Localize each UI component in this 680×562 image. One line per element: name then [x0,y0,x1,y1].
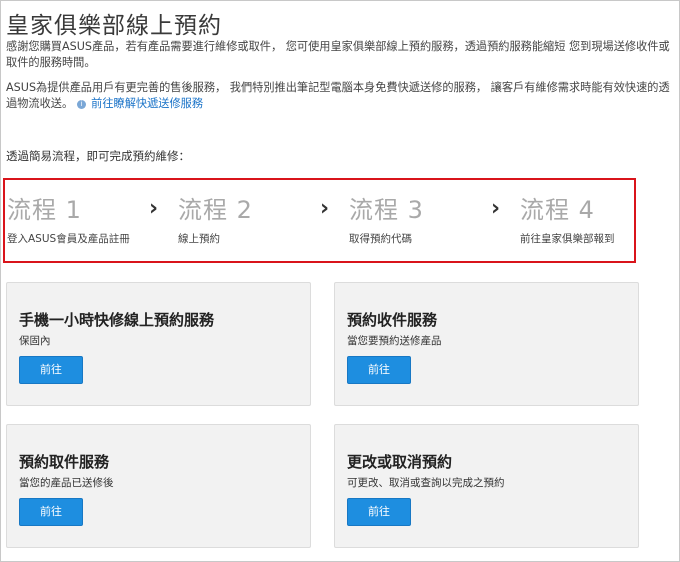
card-collection-booking: 預約取件服務 當您的產品已送修後 前往 [6,424,311,548]
step-4-title: 流程 4 [520,196,595,224]
intro-paragraph-1: 感謝您購買ASUS產品，若有產品需要進行維修或取件， 您可使用皇家俱樂部線上預約… [6,40,670,69]
intro-paragraph-2: ASUS為提供產品用戶有更完善的售後服務， 我們特別推出筆記型電腦本身免費快遞送… [6,80,674,112]
step-2-desc: 線上預約 [178,233,220,245]
steps-intro: 透過簡易流程，即可完成預約維修： [6,149,190,163]
step-2: 流程 2 線上預約 [178,190,253,246]
go-button[interactable]: 前往 [19,356,83,384]
card-subtitle: 保固內 [19,335,51,347]
go-button[interactable]: 前往 [347,356,411,384]
card-change-cancel: 更改或取消預約 可更改、取消或查詢以完成之預約 前往 [334,424,639,548]
go-button[interactable]: 前往 [347,498,411,526]
card-subtitle: 當您要預約送修產品 [347,335,442,347]
chevron-right-icon: › [149,196,159,221]
step-2-title: 流程 2 [178,196,253,224]
step-1-title: 流程 1 [7,196,82,224]
steps-panel: 流程 1 登入ASUS會員及產品註冊 › 流程 2 線上預約 › 流程 3 取得… [3,178,636,263]
card-title: 預約收件服務 [347,311,438,329]
step-1: 流程 1 登入ASUS會員及產品註冊 [7,190,130,246]
chevron-right-icon: › [320,196,330,221]
step-1-desc: 登入ASUS會員及產品註冊 [7,233,130,245]
step-3-title: 流程 3 [349,196,424,224]
step-3-desc: 取得預約代碼 [349,233,412,245]
page-title: 皇家俱樂部線上預約 [6,13,222,39]
card-title: 手機一小時快修線上預約服務 [19,311,215,329]
go-button[interactable]: 前往 [19,498,83,526]
card-subtitle: 當您的產品已送修後 [19,477,114,489]
step-4: 流程 4 前往皇家俱樂部報到 [520,190,615,246]
express-repair-link[interactable]: 前往瞭解快遞送修服務 [91,97,203,110]
card-subtitle: 可更改、取消或查詢以完成之預約 [347,477,505,489]
card-title: 預約取件服務 [19,453,110,471]
card-title: 更改或取消預約 [347,453,453,471]
step-3: 流程 3 取得預約代碼 [349,190,424,246]
chevron-right-icon: › [491,196,501,221]
step-4-desc: 前往皇家俱樂部報到 [520,233,615,245]
card-pickup-booking: 預約收件服務 當您要預約送修產品 前往 [334,282,639,406]
card-mobile-repair: 手機一小時快修線上預約服務 保固內 前往 [6,282,311,406]
info-icon: i [77,100,87,109]
